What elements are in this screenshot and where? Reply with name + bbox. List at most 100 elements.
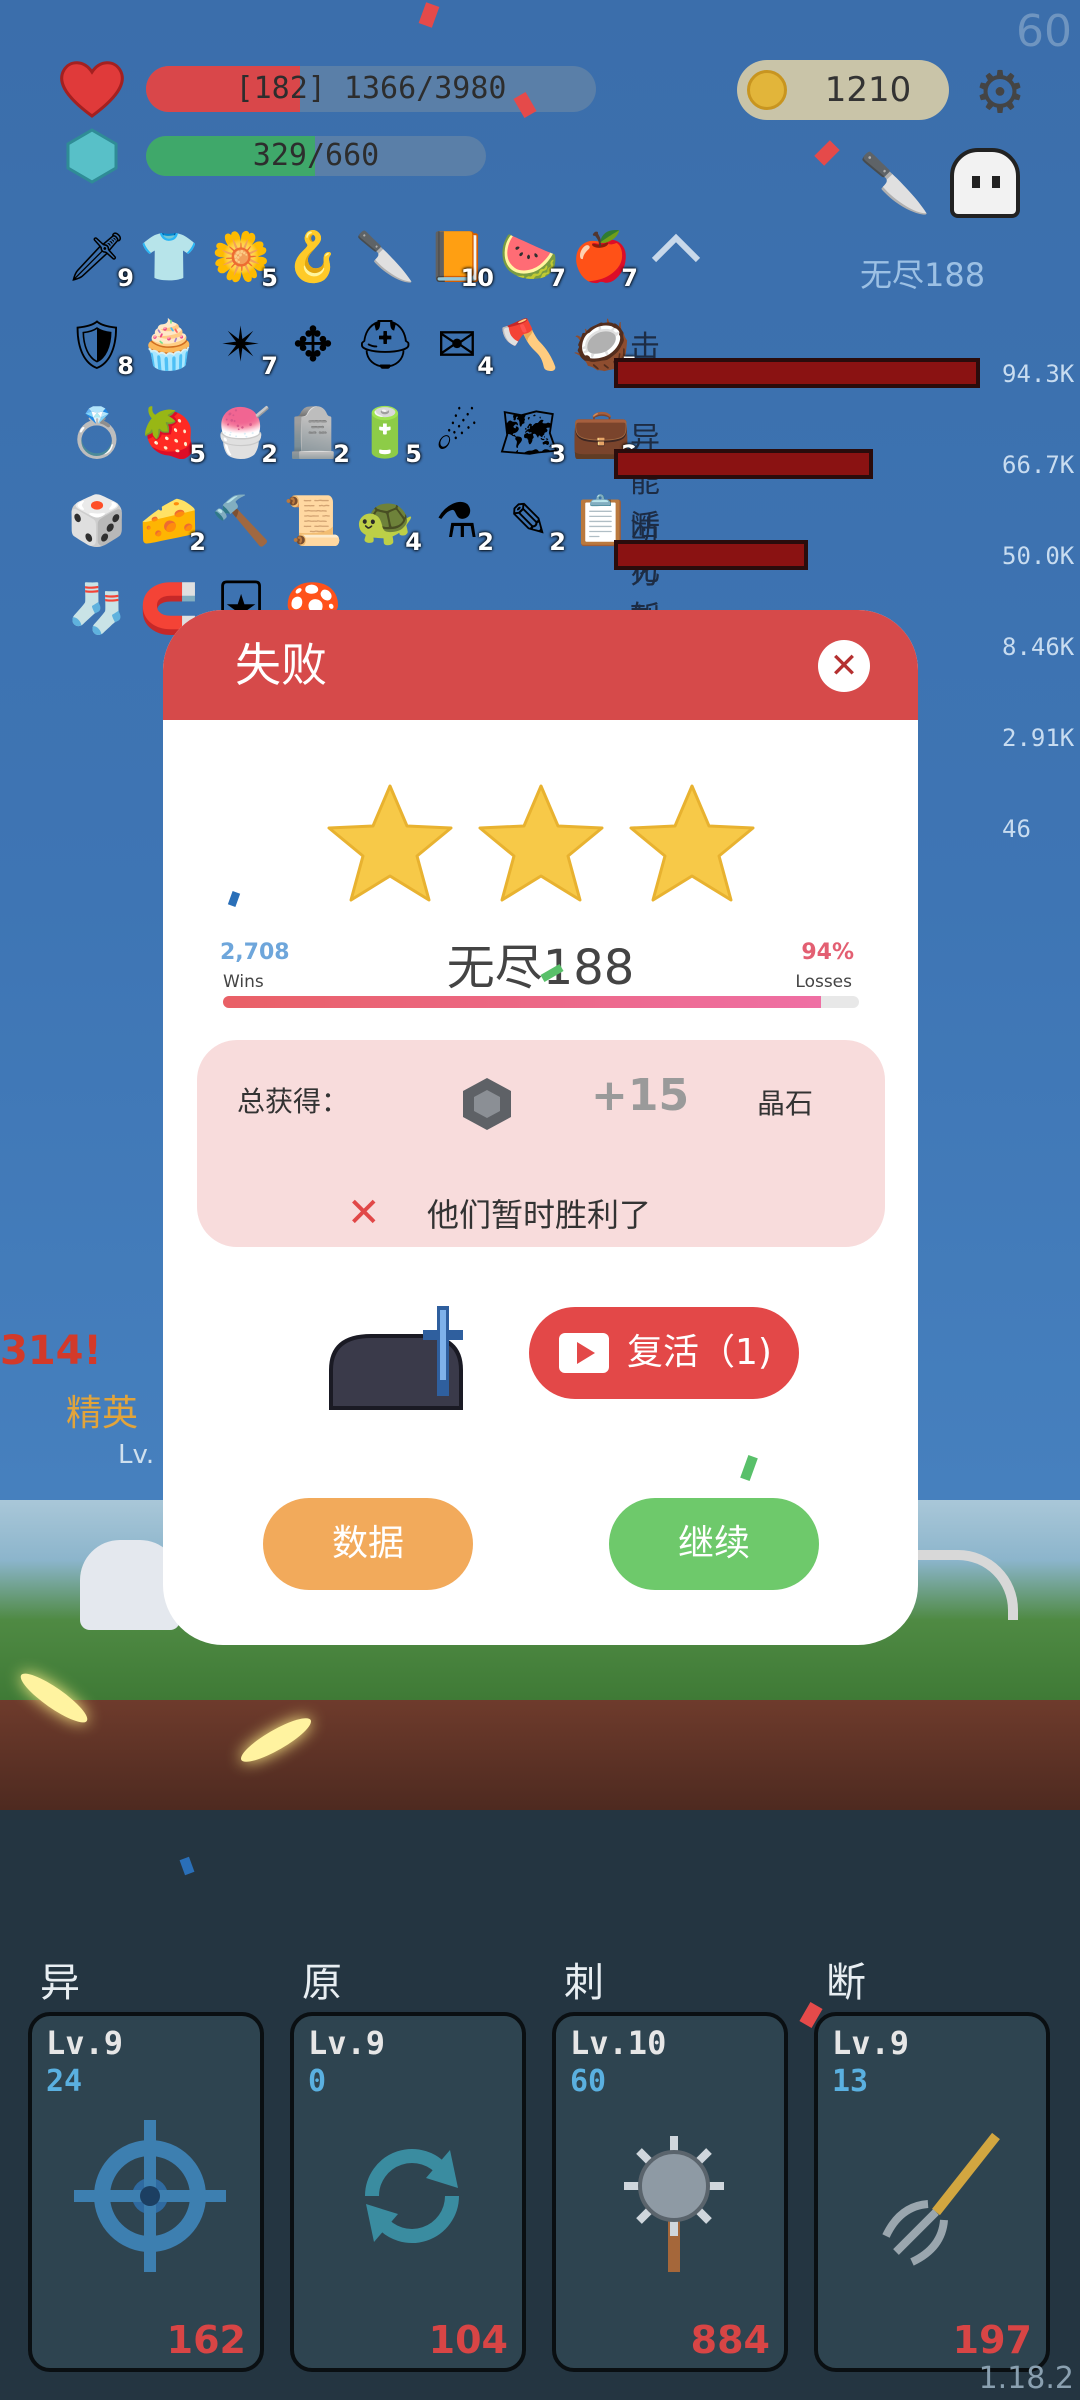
item-slot[interactable]: 📜 (282, 490, 344, 552)
item-slot[interactable]: ✎ 2 (498, 490, 566, 556)
data-button[interactable]: 数据 (263, 1498, 473, 1590)
skill-damage: 197 (952, 2318, 1032, 2362)
item-slot[interactable]: 👕 (138, 226, 200, 288)
revive-label: 复活（1) (627, 1332, 772, 1373)
item-slot[interactable]: 🔨 (210, 490, 272, 552)
fail-message: 他们暂时胜利了 (427, 1196, 652, 1234)
crystal-icon (66, 128, 118, 184)
item-slot[interactable]: 🧁 (138, 314, 200, 376)
gem-icon (463, 1078, 511, 1130)
item-slot[interactable]: 🎲 (66, 490, 128, 552)
item-slot[interactable]: 🍓 5 (138, 402, 206, 468)
hp-text: 1366/3980 (343, 71, 507, 106)
skill-damage: 162 (166, 2318, 246, 2362)
close-button[interactable]: ✕ (818, 640, 870, 692)
item-slot[interactable]: 🪓 (498, 314, 560, 376)
item-count: 5 (261, 264, 278, 292)
coin-counter: 1210 (737, 60, 949, 120)
dice-icon: 🎲 (67, 493, 127, 549)
item-slot[interactable]: 💍 (66, 402, 128, 464)
item-slot[interactable]: 🔪 (354, 226, 416, 288)
item-count: 3 (549, 440, 566, 468)
item-count: 9 (117, 264, 134, 292)
tombstone-sword-icon (311, 1300, 491, 1410)
item-count: 10 (460, 264, 494, 292)
item-count: 2 (477, 528, 494, 556)
version-label: 1.18.2 (978, 2361, 1074, 2396)
reward-amount: +15 (591, 1070, 690, 1121)
item-slot[interactable]: ✥ (282, 314, 344, 376)
item-slot[interactable]: 📙 10 (426, 226, 494, 292)
continue-button[interactable]: 继续 (609, 1498, 819, 1590)
dialog-title: 失败 (235, 638, 327, 692)
star-icon (327, 784, 453, 902)
meteor-icon: ☄ (435, 405, 479, 461)
item-count: 2 (549, 528, 566, 556)
skill-card[interactable]: Lv.10 60 884 (552, 2012, 788, 2372)
losses-label: Losses (795, 972, 852, 992)
item-slot[interactable]: ✉ 4 (426, 314, 494, 380)
item-slot[interactable]: 🛡 8 (66, 314, 134, 380)
item-count: 7 (261, 352, 278, 380)
item-slot[interactable]: 🐢 4 (354, 490, 422, 556)
damage-bar (614, 449, 873, 479)
scroll-icon: 📜 (283, 493, 343, 549)
skill-damage: 104 (428, 2318, 508, 2362)
skill-level: Lv.9 (832, 2024, 910, 2062)
star-icon (478, 784, 604, 902)
trident-icon (856, 2116, 1016, 2276)
item-slot[interactable]: 🔋 5 (354, 402, 422, 468)
item-count: 7 (549, 264, 566, 292)
item-slot[interactable]: 🍧 2 (210, 402, 278, 468)
axe-icon: 🪓 (499, 317, 559, 373)
defeat-dialog: 失败 ✕ 2,708 Wins 无尽188 94% Losses 总获得： +1… (163, 610, 918, 1645)
skill-card[interactable]: Lv.9 0 104 (290, 2012, 526, 2372)
hp-level: [182] (235, 71, 326, 106)
damage-bar (614, 358, 980, 388)
item-slot[interactable]: 🗡 9 (66, 226, 134, 292)
item-slot[interactable]: ☄ (426, 402, 488, 464)
item-count: 4 (405, 528, 422, 556)
reward-label: 总获得： (237, 1085, 350, 1118)
item-count: 2 (189, 528, 206, 556)
skill-card[interactable]: Lv.9 24 162 (28, 2012, 264, 2372)
damage-bar (614, 540, 808, 570)
skill-stat: 24 (46, 2064, 83, 2099)
damage-value: 94.3K (1002, 360, 1075, 388)
item-slot[interactable]: 🧀 2 (138, 490, 206, 556)
reward-unit: 晶石 (757, 1087, 814, 1120)
item-slot[interactable]: 🌼 5 (210, 226, 278, 292)
enemy-level: Lv. (118, 1440, 155, 1470)
item-slot[interactable]: 🍎 7 (570, 226, 638, 292)
item-slot[interactable]: 🪦 2 (282, 402, 350, 468)
item-slot[interactable]: 🪝 (282, 226, 344, 288)
damage-value: 50.0K (1002, 542, 1075, 570)
damage-value: 66.7K (1002, 451, 1075, 479)
item-slot[interactable]: ⛑ (354, 314, 416, 376)
revive-button[interactable]: 复活（1) (529, 1307, 799, 1399)
item-slot[interactable]: 🧦 (66, 578, 128, 640)
item-slot[interactable]: 🍉 7 (498, 226, 566, 292)
shirt-icon: 👕 (139, 229, 199, 285)
losses-value: 94% (801, 940, 854, 965)
sock-icon: 🧦 (67, 581, 127, 637)
item-slot[interactable]: ✴ 7 (210, 314, 278, 380)
helmet-icon: ⛑ (354, 317, 416, 373)
heart-icon (56, 56, 128, 120)
reward-box: 总获得： +15 晶石 ✕ 他们暂时胜利了 (197, 1040, 885, 1247)
item-count: 5 (405, 440, 422, 468)
collapse-chevron-icon[interactable] (648, 228, 704, 268)
hammer-icon: 🔨 (211, 493, 271, 549)
skill-card[interactable]: Lv.9 13 197 (814, 2012, 1050, 2372)
damage-popup: 314! (0, 1328, 102, 1374)
star-icon (629, 784, 755, 902)
item-slot[interactable]: 🗺 3 (498, 402, 566, 468)
dirt-layer (0, 1700, 1080, 1810)
elite-label: 精英 (66, 1393, 139, 1434)
gear-icon[interactable]: ⚙ (968, 60, 1032, 124)
win-loss-bar (223, 996, 859, 1008)
item-slot[interactable]: ⚗ 2 (426, 490, 494, 556)
damage-value: 8.46K (1002, 633, 1075, 661)
stage-label: 无尽188 (860, 256, 986, 294)
cake-icon: 🧁 (139, 317, 199, 373)
